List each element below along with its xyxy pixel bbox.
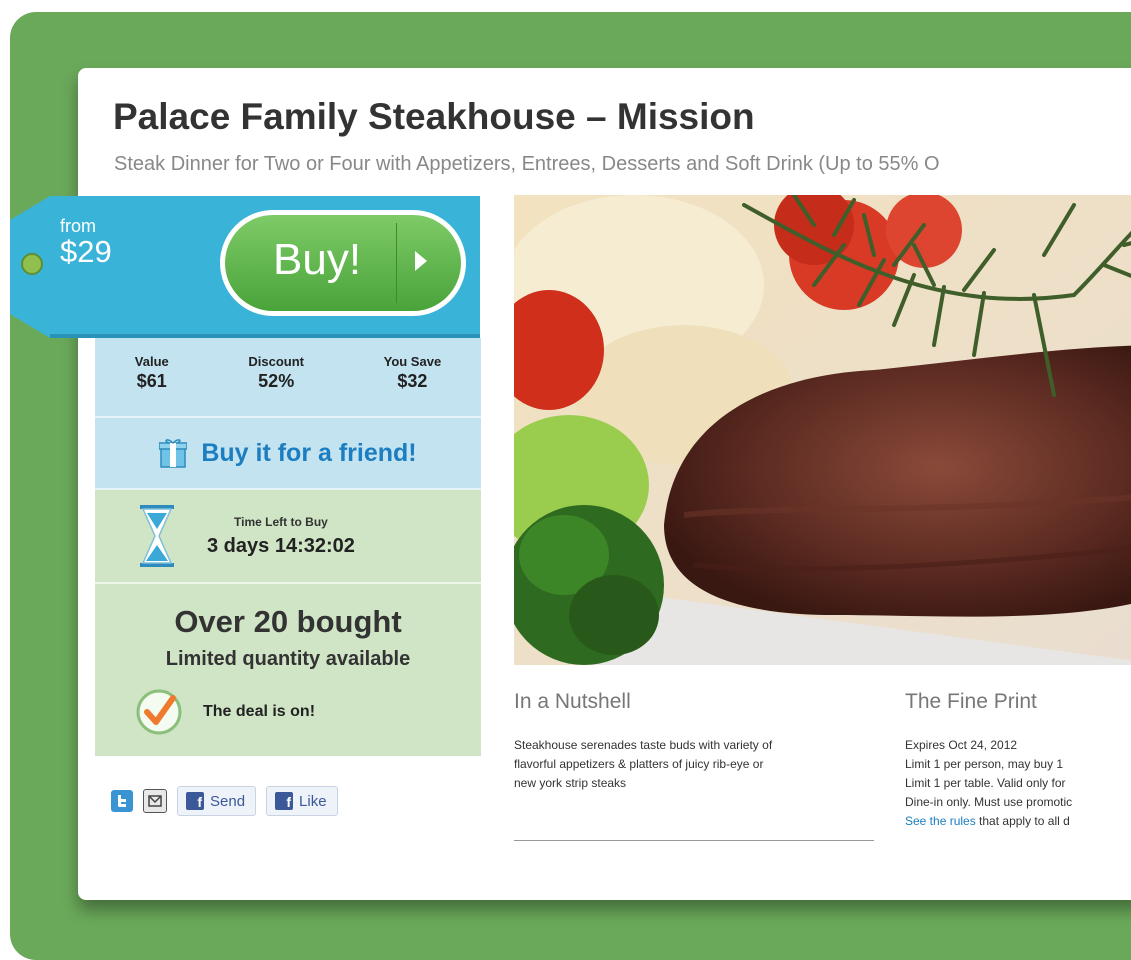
stat-value-amount: $61	[136, 371, 167, 391]
purchase-status: Over 20 bought Limited quantity availabl…	[95, 584, 481, 756]
fine-print-line: Dine-in only. Must use promotic	[905, 795, 1073, 809]
twitter-icon[interactable]	[111, 790, 133, 812]
buy-button[interactable]: Buy!	[220, 210, 466, 316]
fine-print-text: Expires Oct 24, 2012 Limit 1 per person,…	[905, 736, 1072, 831]
deal-card: Palace Family Steakhouse – Mission Steak…	[78, 68, 1131, 900]
fine-print-heading: The Fine Print	[905, 690, 1037, 713]
nutshell-line: Steakhouse serenades taste buds with var…	[514, 738, 773, 752]
facebook-send-label: Send	[210, 792, 246, 810]
chevron-right-icon	[415, 251, 427, 271]
stat-savings: You Save $32	[384, 354, 442, 392]
deal-on-status: The deal is on!	[135, 688, 315, 736]
stat-value-label: Value	[134, 354, 169, 369]
divider	[514, 840, 874, 841]
facebook-like-label: Like	[299, 792, 327, 810]
facebook-like-button[interactable]: f Like	[266, 786, 338, 816]
deal-title: Palace Family Steakhouse – Mission	[113, 96, 755, 137]
hourglass-icon	[140, 505, 174, 567]
nutshell-text: Steakhouse serenades taste buds with var…	[514, 736, 772, 793]
fine-print-line: Limit 1 per table. Valid only for	[905, 776, 1066, 790]
fine-print-line: Expires Oct 24, 2012	[905, 738, 1018, 752]
fine-print-line: See the rules that apply to all d	[905, 812, 1072, 831]
stat-savings-amount: $32	[397, 371, 428, 391]
checkmark-icon	[136, 689, 182, 735]
nutshell-line: new york strip steaks	[514, 776, 627, 790]
stat-discount-label: Discount	[248, 354, 304, 369]
price-tag: from $29 Buy!	[10, 196, 480, 338]
stat-discount-amount: 52%	[258, 371, 295, 391]
stat-discount: Discount 52%	[248, 354, 304, 392]
see-rules-link[interactable]: See the rules	[905, 814, 976, 828]
nutshell-line: flavorful appetizers & platters of juicy…	[514, 757, 764, 771]
deal-price: $29	[60, 234, 112, 269]
bought-count: Over 20 bought	[174, 604, 402, 639]
stat-savings-label: You Save	[383, 354, 442, 369]
time-left-label: Time Left to Buy	[234, 514, 328, 529]
share-bar: f Send f Like	[111, 786, 481, 816]
facebook-icon: f	[275, 792, 294, 810]
email-icon[interactable]	[143, 789, 167, 813]
gift-icon	[159, 439, 188, 468]
buy-for-friend-button[interactable]: Buy it for a friend!	[95, 418, 481, 490]
buy-for-friend-label: Buy it for a friend!	[201, 438, 417, 467]
deal-subtitle: Steak Dinner for Two or Four with Appeti…	[114, 153, 940, 175]
stat-value: Value $61	[135, 354, 169, 392]
nutshell-heading: In a Nutshell	[514, 690, 631, 713]
fine-print-line: Limit 1 per person, may buy 1	[905, 757, 1064, 771]
deal-stats: Value $61 Discount 52% You Save $32	[95, 338, 481, 418]
time-left: Time Left to Buy 3 days 14:32:02	[95, 490, 481, 584]
buy-button-label: Buy!	[273, 235, 362, 284]
facebook-send-button[interactable]: f Send	[177, 786, 257, 816]
fine-print-tail: that apply to all d	[975, 814, 1070, 828]
deal-photo	[514, 195, 1131, 665]
time-left-value: 3 days 14:32:02	[207, 534, 355, 557]
deal-on-label: The deal is on!	[203, 703, 316, 720]
quantity-note: Limited quantity available	[165, 648, 411, 670]
facebook-icon: f	[186, 792, 204, 810]
